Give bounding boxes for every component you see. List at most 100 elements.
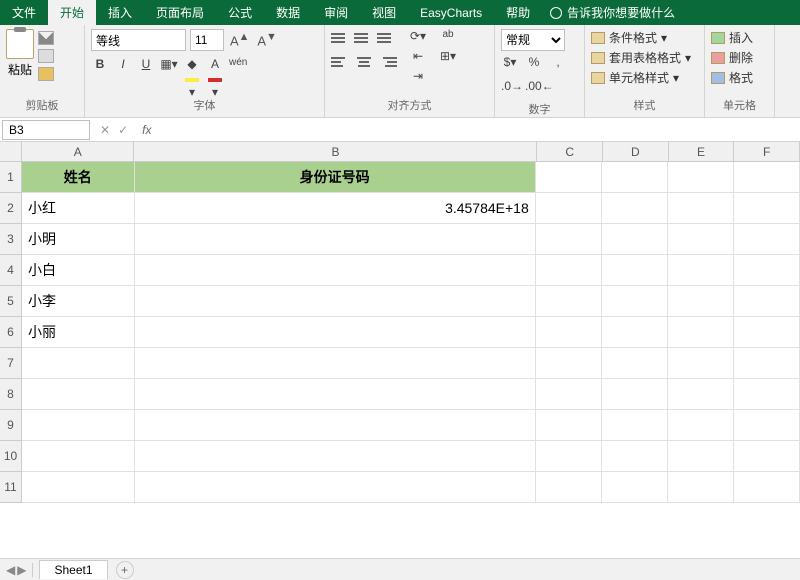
cell-C11[interactable]	[536, 472, 602, 503]
cell-C4[interactable]	[536, 255, 602, 286]
cell-F1[interactable]	[734, 162, 800, 193]
cell-B11[interactable]	[135, 472, 536, 503]
cell-A6[interactable]: 小丽	[22, 317, 135, 348]
row-header-8[interactable]: 8	[0, 379, 22, 410]
phonetic-button[interactable]: wén	[229, 57, 247, 77]
tab-help[interactable]: 帮助	[494, 0, 542, 25]
tab-formulas[interactable]: 公式	[216, 0, 264, 25]
merge-button[interactable]: ⊞▾	[439, 49, 457, 69]
underline-button[interactable]: U	[137, 57, 155, 77]
cell-D4[interactable]	[602, 255, 668, 286]
cell-C5[interactable]	[536, 286, 602, 317]
insert-cells-button[interactable]: 插入	[711, 29, 768, 46]
cancel-formula-button[interactable]: ✕	[100, 123, 110, 137]
column-header-F[interactable]: F	[734, 142, 800, 162]
cell-A8[interactable]	[22, 379, 135, 410]
row-header-4[interactable]: 4	[0, 255, 22, 286]
cell-E5[interactable]	[668, 286, 734, 317]
cell-style-button[interactable]: 单元格样式▾	[591, 69, 698, 86]
copy-icon[interactable]	[38, 49, 54, 63]
font-color-button[interactable]: A▾	[206, 57, 224, 77]
cell-F5[interactable]	[734, 286, 800, 317]
decrease-decimal-button[interactable]: .00←	[525, 79, 543, 99]
cell-C3[interactable]	[536, 224, 602, 255]
cell-F10[interactable]	[734, 441, 800, 472]
cell-B1[interactable]: 身份证号码	[135, 162, 536, 193]
cell-C10[interactable]	[536, 441, 602, 472]
tab-home[interactable]: 开始	[48, 0, 96, 25]
name-box[interactable]	[2, 120, 90, 140]
tell-me[interactable]: 告诉我你想要做什么	[542, 0, 683, 25]
table-format-button[interactable]: 套用表格格式▾	[591, 49, 698, 66]
cell-D1[interactable]	[602, 162, 668, 193]
sheet-nav-next[interactable]: ▶	[17, 563, 26, 577]
wrap-text-button[interactable]: ab	[439, 29, 457, 49]
row-header-1[interactable]: 1	[0, 162, 22, 193]
percent-button[interactable]: %	[525, 55, 543, 75]
tab-easycharts[interactable]: EasyCharts	[408, 2, 494, 24]
fill-color-button[interactable]: ◆▾	[183, 57, 201, 77]
cell-F11[interactable]	[734, 472, 800, 503]
border-button[interactable]: ▦▾	[160, 57, 178, 77]
cut-icon[interactable]	[38, 31, 54, 45]
row-header-10[interactable]: 10	[0, 441, 22, 472]
cell-D3[interactable]	[602, 224, 668, 255]
cell-A4[interactable]: 小白	[22, 255, 135, 286]
italic-button[interactable]: I	[114, 57, 132, 77]
cell-E6[interactable]	[668, 317, 734, 348]
tab-data[interactable]: 数据	[264, 0, 312, 25]
cell-C2[interactable]	[536, 193, 602, 224]
row-header-3[interactable]: 3	[0, 224, 22, 255]
align-center-button[interactable]	[354, 53, 374, 71]
indent-left-button[interactable]: ⇤	[409, 49, 427, 69]
cell-B5[interactable]	[135, 286, 536, 317]
enter-formula-button[interactable]: ✓	[118, 123, 128, 137]
column-header-A[interactable]: A	[22, 142, 134, 162]
increase-font-icon[interactable]: A▲	[228, 31, 251, 48]
cell-A5[interactable]: 小李	[22, 286, 135, 317]
fx-icon[interactable]: fx	[136, 123, 157, 137]
conditional-format-button[interactable]: 条件格式▾	[591, 29, 698, 46]
formula-input[interactable]	[157, 120, 800, 140]
cell-C6[interactable]	[536, 317, 602, 348]
cell-D9[interactable]	[602, 410, 668, 441]
row-header-11[interactable]: 11	[0, 472, 22, 503]
cell-C9[interactable]	[536, 410, 602, 441]
cell-D6[interactable]	[602, 317, 668, 348]
column-header-D[interactable]: D	[603, 142, 669, 162]
cell-A3[interactable]: 小明	[22, 224, 135, 255]
cell-E7[interactable]	[668, 348, 734, 379]
align-left-button[interactable]	[331, 53, 351, 71]
cell-A2[interactable]: 小红	[22, 193, 135, 224]
cell-F7[interactable]	[734, 348, 800, 379]
tab-page-layout[interactable]: 页面布局	[144, 0, 216, 25]
cell-F6[interactable]	[734, 317, 800, 348]
cell-D11[interactable]	[602, 472, 668, 503]
cell-E1[interactable]	[668, 162, 734, 193]
cell-E2[interactable]	[668, 193, 734, 224]
cell-C1[interactable]	[536, 162, 602, 193]
cell-F3[interactable]	[734, 224, 800, 255]
cell-F2[interactable]	[734, 193, 800, 224]
cell-C8[interactable]	[536, 379, 602, 410]
tab-view[interactable]: 视图	[360, 0, 408, 25]
paste-label[interactable]: 粘贴	[8, 61, 32, 78]
currency-button[interactable]: $▾	[501, 55, 519, 75]
indent-right-button[interactable]: ⇥	[409, 69, 427, 89]
align-right-button[interactable]	[377, 53, 397, 71]
bold-button[interactable]: B	[91, 57, 109, 77]
select-all-corner[interactable]	[0, 142, 22, 162]
cell-B3[interactable]	[135, 224, 536, 255]
cell-B2[interactable]: 3.45784E+18	[135, 193, 536, 224]
format-cells-button[interactable]: 格式	[711, 69, 768, 86]
cell-B7[interactable]	[135, 348, 536, 379]
column-header-C[interactable]: C	[537, 142, 603, 162]
cell-D8[interactable]	[602, 379, 668, 410]
cell-E8[interactable]	[668, 379, 734, 410]
cell-A1[interactable]: 姓名	[22, 162, 135, 193]
sheet-nav-prev[interactable]: ◀	[6, 563, 15, 577]
cell-A7[interactable]	[22, 348, 135, 379]
cell-B9[interactable]	[135, 410, 536, 441]
cell-D5[interactable]	[602, 286, 668, 317]
increase-decimal-button[interactable]: .0→	[501, 79, 519, 99]
